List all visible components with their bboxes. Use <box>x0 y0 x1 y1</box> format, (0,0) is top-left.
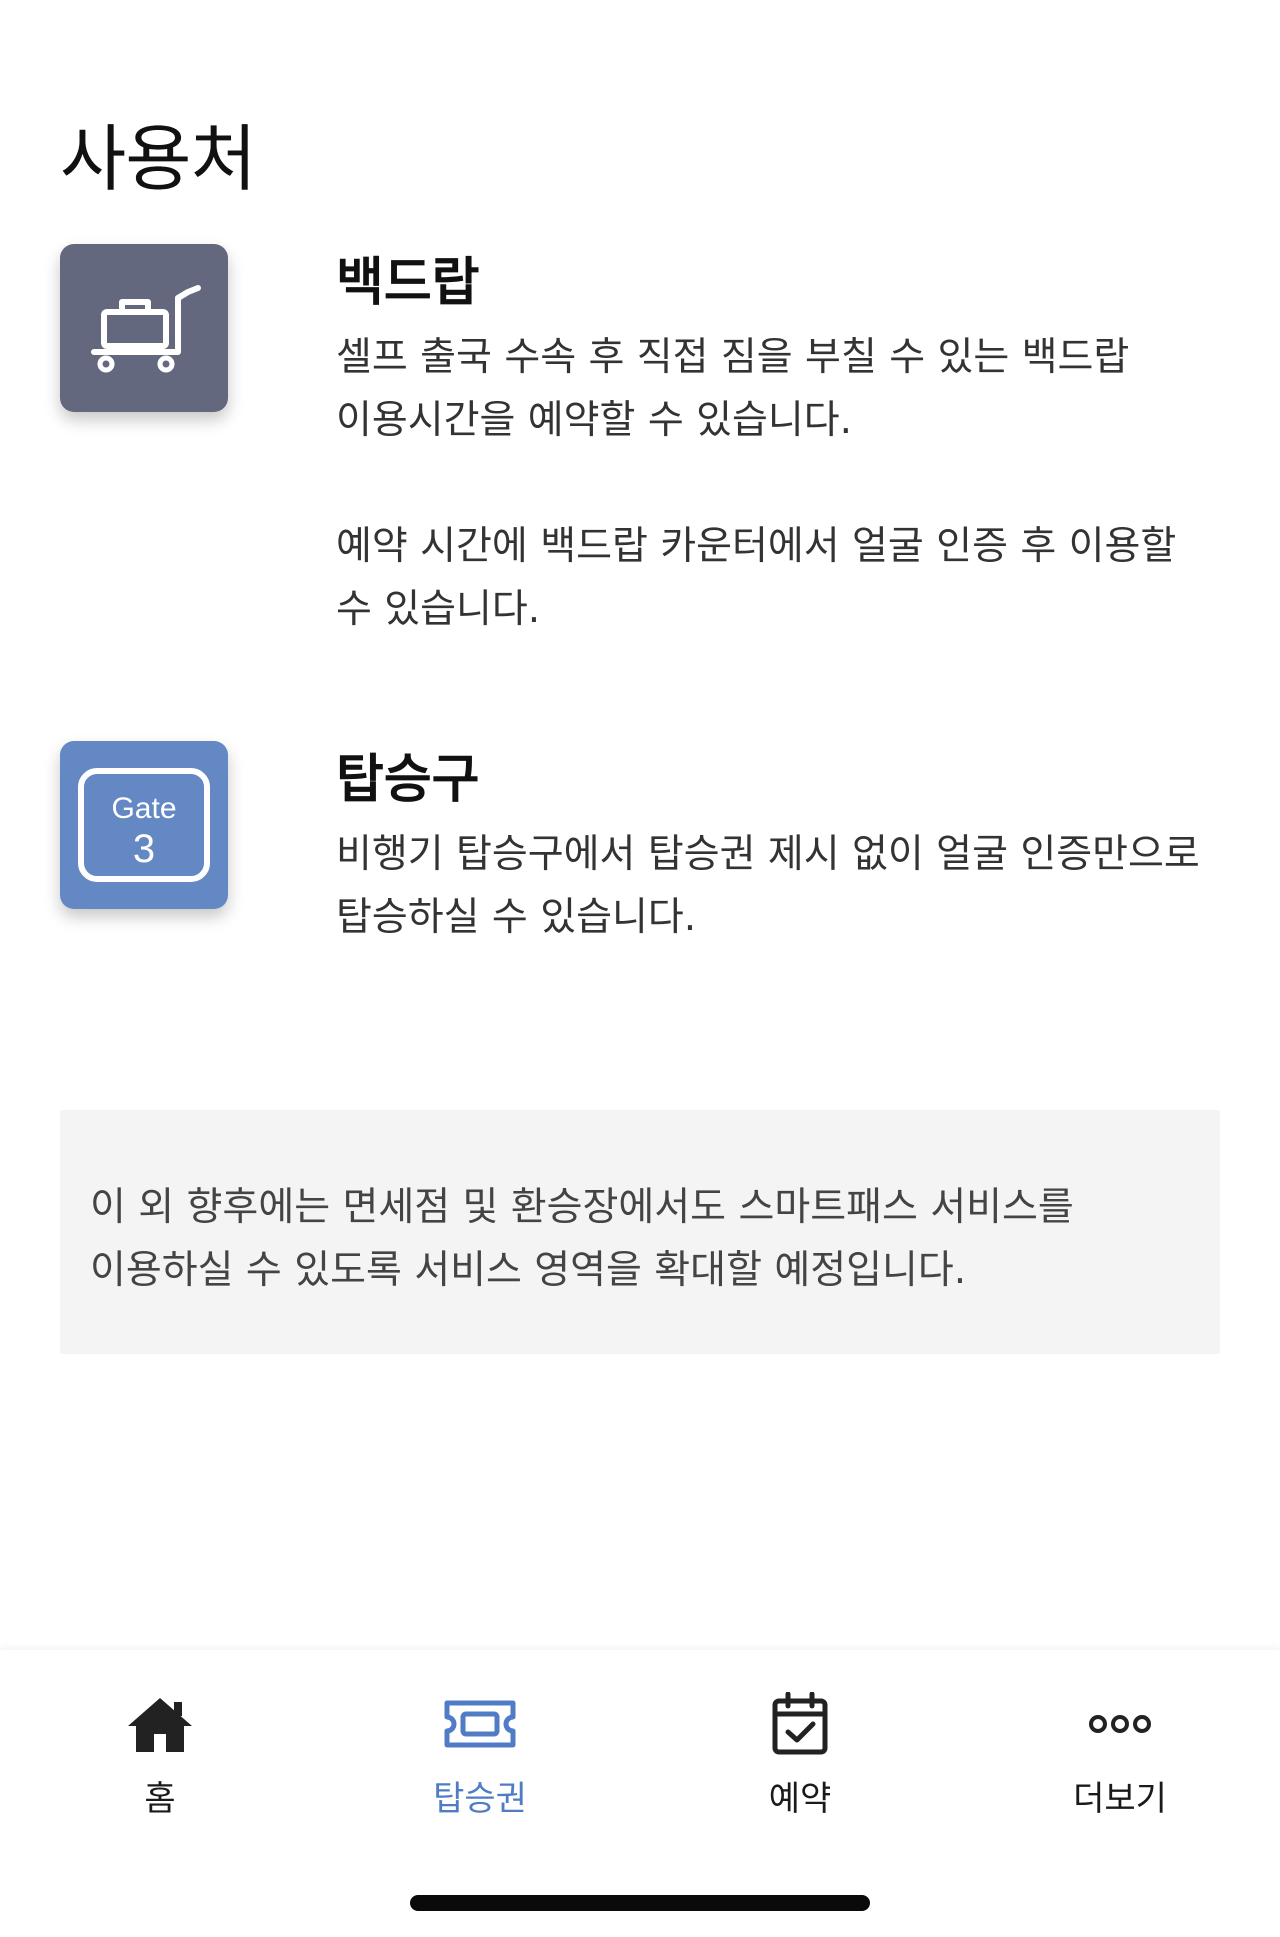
luggage-cart-icon <box>60 244 228 412</box>
home-indicator[interactable] <box>410 1895 870 1911</box>
page: 사용처 백드랍 셀프 출국 수속 후 직접 짐을 부칠 수 있는 백드랍 이용시… <box>0 0 1280 1937</box>
nav-item-more[interactable]: 더보기 <box>1020 1690 1220 1820</box>
service-gate: Gate 3 탑승구 비행기 탑승구에서 탑승권 제시 없이 얼굴 인증만으로 … <box>60 741 1220 949</box>
notice-box: 이 외 향후에는 면세점 및 환승장에서도 스마트패스 서비스를 이용하실 수 … <box>60 1110 1220 1354</box>
nav-label: 예약 <box>768 1779 832 1819</box>
home-icon <box>124 1690 196 1757</box>
gate-sign-label: Gate <box>111 792 176 825</box>
nav-item-reservation[interactable]: 예약 <box>700 1690 900 1820</box>
gate-sign-icon: Gate 3 <box>60 741 228 909</box>
service-gate-body: 탑승구 비행기 탑승구에서 탑승권 제시 없이 얼굴 인증만으로 탑승하실 수 … <box>336 741 1220 949</box>
service-description: 비행기 탑승구에서 탑승권 제시 없이 얼굴 인증만으로 탑승하실 수 있습니다… <box>336 832 1200 941</box>
nav-label: 더보기 <box>1073 1779 1167 1819</box>
page-title: 사용처 <box>60 117 257 201</box>
calendar-check-icon <box>771 1690 829 1757</box>
service-bagdrop: 백드랍 셀프 출국 수속 후 직접 짐을 부칠 수 있는 백드랍 이용시간을 예… <box>60 244 1220 641</box>
service-bagdrop-body: 백드랍 셀프 출국 수속 후 직접 짐을 부칠 수 있는 백드랍 이용시간을 예… <box>336 244 1220 641</box>
nav-label: 홈 <box>144 1779 176 1819</box>
nav-item-boarding-pass[interactable]: 탑승권 <box>380 1690 580 1820</box>
nav-label: 탑승권 <box>433 1779 527 1819</box>
bottom-nav: 홈 탑승권 예약 더보기 <box>0 1650 1280 1937</box>
service-title: 탑승구 <box>336 750 480 810</box>
service-description: 셀프 출국 수속 후 직접 짐을 부칠 수 있는 백드랍 이용시간을 예약할 수… <box>336 335 1177 633</box>
service-title: 백드랍 <box>336 253 480 313</box>
more-dots-icon <box>1088 1690 1152 1757</box>
nav-item-home[interactable]: 홈 <box>60 1690 260 1820</box>
ticket-icon <box>443 1690 517 1757</box>
gate-sign-number: 3 <box>133 827 155 871</box>
notice-text: 이 외 향후에는 면세점 및 환승장에서도 스마트패스 서비스를 이용하실 수 … <box>90 1185 1074 1293</box>
